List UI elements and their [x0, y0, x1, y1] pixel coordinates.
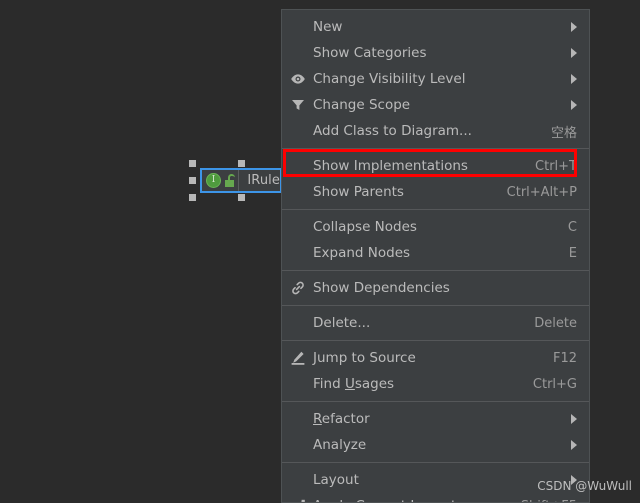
menu-item-label: Collapse Nodes	[313, 219, 417, 235]
watermark: CSDN @WuWull	[537, 479, 632, 493]
menu-item-label: Add Class to Diagram...	[313, 123, 472, 139]
menu-item-icon-slot	[282, 371, 313, 397]
menu-item-shortcut: C	[567, 219, 577, 235]
menu-item-shortcut: Ctrl+T	[535, 158, 577, 174]
submenu-arrow-icon	[571, 22, 577, 32]
eye-icon	[290, 71, 306, 87]
submenu-arrow-icon	[571, 100, 577, 110]
menu-item-icon-slot	[282, 179, 313, 205]
menu-item-label: Show Dependencies	[313, 280, 450, 296]
menu-item-analyze[interactable]: Analyze	[282, 432, 589, 458]
context-menu[interactable]: New Show Categories Change Visibility Leve…	[281, 9, 590, 503]
menu-item-icon-slot	[282, 467, 313, 493]
menu-item-shortcut: Delete	[534, 315, 577, 331]
selection-handle-bottom-center[interactable]	[238, 194, 245, 201]
menu-item-refactor[interactable]: Refactor	[282, 406, 589, 432]
menu-item-jump-to-source[interactable]: Jump to Source F12	[282, 345, 589, 371]
menu-item-shortcut: 空格	[550, 125, 577, 141]
menu-item-shortcut: F12	[552, 350, 577, 366]
submenu-arrow-icon	[571, 48, 577, 58]
menu-item-label: Expand Nodes	[313, 245, 411, 261]
menu-item-expand-nodes[interactable]: Expand Nodes E	[282, 240, 589, 266]
selection-handle-middle-left[interactable]	[189, 177, 196, 184]
menu-item-label: Refactor	[313, 411, 370, 427]
menu-item-label: Show Parents	[313, 184, 404, 200]
diagram-canvas[interactable]: I IRule New Show Categories Change Visibil…	[0, 0, 640, 503]
node-label: IRule	[247, 173, 280, 188]
menu-item-show-implementations[interactable]: Show Implementations Ctrl+T	[282, 153, 589, 179]
menu-separator	[282, 148, 589, 149]
menu-item-show-parents[interactable]: Show Parents Ctrl+Alt+P	[282, 179, 589, 205]
menu-item-icon-slot	[282, 214, 313, 240]
menu-item-icon-slot	[282, 310, 313, 336]
menu-item-label: Apply Current Layout	[313, 498, 503, 502]
menu-item-shortcut: Ctrl+G	[532, 376, 577, 392]
menu-separator	[282, 401, 589, 402]
menu-item-icon-slot	[282, 406, 313, 432]
menu-item-delete[interactable]: Delete... Delete	[282, 310, 589, 336]
menu-item-label: Show Categories	[313, 45, 427, 61]
submenu-arrow-icon	[571, 414, 577, 424]
menu-item-label: Analyze	[313, 437, 367, 453]
menu-item-show-categories[interactable]: Show Categories	[282, 40, 589, 66]
menu-item-icon-slot	[282, 14, 313, 40]
menu-item-icon-slot	[282, 118, 313, 144]
menu-item-change-visibility-level[interactable]: Change Visibility Level	[282, 66, 589, 92]
menu-item-shortcut: Ctrl+Alt+P	[506, 184, 577, 200]
menu-separator	[282, 305, 589, 306]
submenu-arrow-icon	[571, 440, 577, 450]
menu-separator	[282, 209, 589, 210]
menu-item-label: Delete...	[313, 315, 371, 331]
menu-item-label: Change Scope	[313, 97, 411, 113]
menu-item-label: Layout	[313, 472, 359, 488]
menu-item-label: Change Visibility Level	[313, 71, 466, 87]
menu-separator	[282, 270, 589, 271]
diagram-node-irule[interactable]: I IRule	[200, 168, 282, 193]
menu-item-icon-slot	[282, 493, 313, 502]
menu-item-icon-slot	[282, 153, 313, 179]
menu-item-label: Find Usages	[313, 376, 395, 392]
menu-item-collapse-nodes[interactable]: Collapse Nodes C	[282, 214, 589, 240]
selection-handle-top-center[interactable]	[238, 160, 245, 167]
link-icon	[290, 280, 306, 296]
menu-item-add-class-to-diagram[interactable]: Add Class to Diagram... 空格	[282, 118, 589, 144]
menu-separator	[282, 340, 589, 341]
menu-item-icon-slot	[282, 432, 313, 458]
public-unlocked-icon	[223, 173, 235, 188]
apply-layout-icon	[290, 498, 306, 502]
menu-item-change-scope[interactable]: Change Scope	[282, 92, 589, 118]
menu-separator	[282, 462, 589, 463]
menu-item-label: Show Implementations	[313, 158, 468, 174]
submenu-arrow-icon	[571, 74, 577, 84]
menu-item-find-usages[interactable]: Find Usages Ctrl+G	[282, 371, 589, 397]
menu-item-icon-slot	[282, 40, 313, 66]
menu-item-icon-slot	[282, 92, 313, 118]
interface-icon: I	[206, 173, 221, 188]
menu-item-apply-current-layout[interactable]: Apply Current LayoutShift+F5	[282, 493, 589, 503]
menu-item-label: New	[313, 19, 343, 35]
filter-icon	[290, 97, 306, 113]
pencil-icon	[290, 350, 306, 366]
menu-item-icon-slot	[282, 345, 313, 371]
menu-item-icon-slot	[282, 275, 313, 301]
menu-item-shortcut: Shift+F5	[503, 499, 577, 503]
node-icon-group: I	[202, 170, 240, 191]
menu-item-label: Jump to Source	[313, 350, 416, 366]
menu-item-show-dependencies[interactable]: Show Dependencies	[282, 275, 589, 301]
menu-item-shortcut: E	[568, 245, 577, 261]
menu-item-icon-slot	[282, 240, 313, 266]
menu-item-new[interactable]: New	[282, 14, 589, 40]
selection-handle-bottom-left[interactable]	[189, 194, 196, 201]
selection-handle-top-left[interactable]	[189, 160, 196, 167]
menu-item-icon-slot	[282, 66, 313, 92]
